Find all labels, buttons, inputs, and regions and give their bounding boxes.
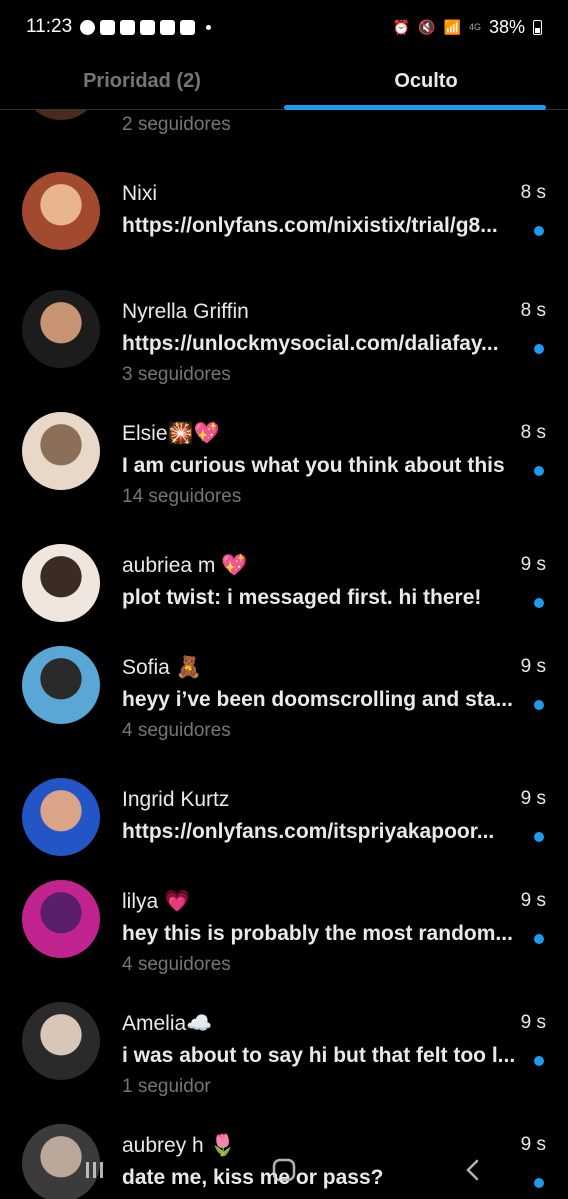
message-time: 9 s	[520, 656, 546, 677]
unread-indicator	[534, 344, 544, 354]
followers-count: 1 seguidor	[122, 1076, 211, 1097]
message-preview: https://onlyfans.com/itspriyakapoor...	[122, 820, 495, 843]
unread-indicator	[534, 1056, 544, 1066]
avatar[interactable]	[22, 412, 100, 490]
unread-indicator	[534, 598, 544, 608]
followers-count: 14 seguidores	[122, 486, 242, 507]
discord-icon	[180, 19, 196, 35]
recent-apps-button[interactable]	[65, 1145, 125, 1195]
tab-prioridad[interactable]: Prioridad (2)	[0, 54, 284, 109]
sender-name: Ingrid Kurtz	[122, 788, 230, 811]
conversation-row[interactable]: Sofia 🧸 9 s heyy i’ve been doomscrolling a…	[0, 632, 568, 752]
unread-indicator	[534, 226, 544, 236]
alarm-icon: ⏰	[392, 18, 411, 35]
conversation-row[interactable]: Amelia☁️ 9 si was about to say hi but tha…	[0, 988, 568, 1108]
message-preview: hey this is probably the most random...	[122, 922, 513, 945]
discord-icon	[120, 19, 136, 35]
avatar[interactable]	[22, 880, 100, 958]
facebook-icon	[80, 19, 96, 35]
followers-count: 2 seguidores	[122, 114, 231, 135]
home-button[interactable]	[254, 1145, 314, 1195]
message-time: 9 s	[520, 554, 546, 575]
clock: 11:23	[26, 16, 73, 37]
avatar[interactable]	[22, 544, 100, 622]
message-time: 8 s	[520, 422, 546, 443]
unread-indicator	[534, 832, 544, 842]
network-type: 4G	[468, 22, 481, 32]
conversation-row[interactable]: Nixi 8 s https://onlyfans.com/nixistix/tri…	[0, 158, 568, 278]
more-notifications-icon	[206, 24, 212, 30]
message-preview: plot twist: i messaged first. hi there!	[122, 586, 482, 609]
avatar[interactable]	[22, 172, 100, 250]
discord-icon	[140, 19, 156, 35]
conversation-row-partial[interactable]: 2 seguidores	[0, 110, 568, 154]
sender-name: lilya 💗	[122, 890, 191, 913]
sender-name: Nixi	[122, 182, 157, 205]
mute-icon: 🔇	[418, 18, 436, 35]
avatar[interactable]	[22, 778, 100, 856]
sender-name: Nyrella Griffin	[122, 300, 249, 323]
battery-icon	[533, 19, 542, 35]
conversation-row[interactable]: Elsie🎇💖 8 s I am curious what you think ab…	[0, 398, 568, 518]
wifi-icon: 📶	[443, 18, 461, 35]
notification-icons	[80, 19, 212, 35]
system-nav-bar	[0, 1140, 568, 1199]
conversation-row[interactable]: lilya 💗 9 s hey this is probably the most …	[0, 866, 568, 986]
sender-name: Amelia☁️	[122, 1012, 213, 1035]
tab-bar: Prioridad (2) Oculto	[0, 54, 568, 110]
followers-count: 3 seguidores	[122, 364, 231, 385]
message-time: 8 s	[520, 182, 546, 203]
message-preview: I am curious what you think about this	[122, 454, 505, 477]
home-icon	[272, 1158, 296, 1181]
sender-name: Elsie🎇💖	[122, 422, 220, 445]
followers-count: 4 seguidores	[122, 720, 231, 741]
followers-count: 4 seguidores	[122, 954, 231, 975]
message-preview: https://unlockmysocial.com/daliafay...	[122, 332, 499, 355]
message-time: 9 s	[520, 890, 546, 911]
tab-label: Oculto	[394, 70, 458, 92]
message-preview: i was about to say hi but that felt too …	[122, 1044, 516, 1067]
unread-indicator	[534, 934, 544, 944]
back-button[interactable]	[443, 1145, 503, 1195]
unread-indicator	[534, 700, 544, 710]
avatar	[22, 110, 100, 120]
discord-icon	[100, 19, 116, 35]
sender-name: Sofia 🧸	[122, 656, 202, 679]
tab-label: Prioridad (2)	[83, 70, 201, 92]
status-bar: 11:23 ⏰ 🔇 📶 4G 38%	[0, 0, 568, 54]
avatar[interactable]	[22, 290, 100, 368]
battery-percent: 38%	[488, 16, 525, 37]
recent-apps-icon	[85, 1161, 103, 1178]
message-preview: https://onlyfans.com/nixistix/trial/g8..…	[122, 214, 498, 237]
conversation-row[interactable]: Nyrella Griffin 8 s https://unlockmysocial…	[0, 276, 568, 396]
avatar[interactable]	[22, 1002, 100, 1080]
back-icon	[466, 1159, 479, 1180]
tab-oculto[interactable]: Oculto	[284, 54, 568, 110]
sender-name: aubriea m 💖	[122, 554, 248, 577]
message-preview: heyy i’ve been doomscrolling and sta...	[122, 688, 513, 711]
avatar[interactable]	[22, 646, 100, 724]
message-time: 9 s	[520, 1012, 546, 1033]
message-time: 8 s	[520, 300, 546, 321]
discord-icon	[160, 19, 176, 35]
unread-indicator	[534, 466, 544, 476]
conversation-list[interactable]: 2 seguidores Nixi 8 s https://onlyfans.com…	[0, 110, 568, 1199]
message-time: 9 s	[520, 788, 546, 809]
